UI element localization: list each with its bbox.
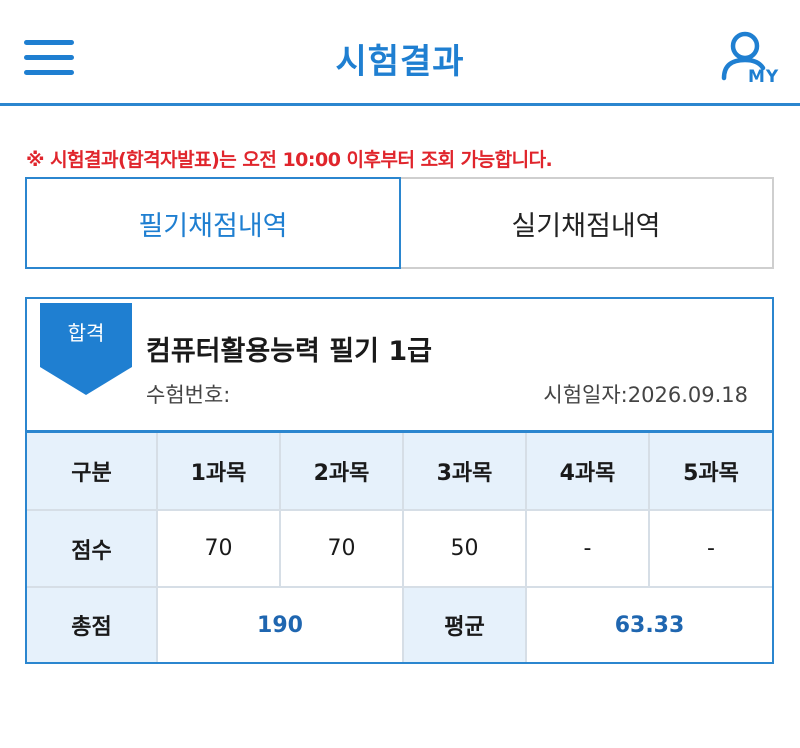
score-table: 구분 1과목 2과목 3과목 4과목 5과목 점수 70 70 50 - - 총… — [27, 433, 772, 662]
exam-date-value: 2026.09.18 — [627, 383, 748, 407]
result-time-notice: ※ 시험결과(합격자발표)는 오전 10:00 이후부터 조회 가능합니다. — [26, 145, 553, 172]
pass-badge: 합격 — [40, 303, 132, 395]
subject-score: - — [648, 509, 772, 588]
subject-header: 5과목 — [648, 433, 772, 511]
app-header: 시험결과 MY — [0, 0, 800, 106]
total-header: 총점 — [27, 586, 158, 662]
exam-date-label: 시험일자: — [543, 383, 628, 407]
score-tabs: 필기채점내역 실기채점내역 — [25, 177, 774, 269]
subject-header: 1과목 — [156, 433, 281, 511]
result-card: 합격 컴퓨터활용능력 필기 1급 수험번호: 시험일자:2026.09.18 구… — [25, 297, 774, 664]
page-title: 시험결과 — [335, 42, 465, 82]
subject-score: 70 — [156, 509, 281, 588]
total-score: 190 — [156, 586, 404, 662]
table-row: 구분 1과목 2과목 3과목 4과목 5과목 — [27, 433, 772, 511]
category-header: 구분 — [27, 433, 158, 511]
table-row: 총점 190 평균 63.33 — [27, 586, 772, 662]
score-header: 점수 — [27, 509, 158, 588]
subject-header: 4과목 — [525, 433, 650, 511]
subject-score: 50 — [402, 509, 527, 588]
pass-badge-label: 합격 — [67, 321, 105, 345]
subject-header: 3과목 — [402, 433, 527, 511]
tab-written-score[interactable]: 필기채점내역 — [25, 177, 401, 269]
notice-prefix: ※ 시험결과(합격자발표)는 오전 — [26, 149, 283, 171]
tab-practical-score[interactable]: 실기채점내역 — [400, 177, 774, 269]
my-page-button[interactable]: MY — [718, 30, 784, 88]
average-score: 63.33 — [525, 586, 772, 662]
average-header: 평균 — [402, 586, 527, 662]
exam-name: 컴퓨터활용능력 필기 1급 — [146, 336, 432, 367]
my-label: MY — [748, 67, 780, 87]
notice-suffix: 이후부터 조회 가능합니다. — [340, 149, 553, 171]
notice-time: 10:00 — [282, 149, 341, 171]
subject-score: - — [525, 509, 650, 588]
result-card-header: 합격 컴퓨터활용능력 필기 1급 수험번호: 시험일자:2026.09.18 — [27, 299, 772, 433]
subject-score: 70 — [279, 509, 404, 588]
table-row: 점수 70 70 50 - - — [27, 509, 772, 588]
exam-date: 시험일자:2026.09.18 — [543, 379, 748, 409]
subject-header: 2과목 — [279, 433, 404, 511]
exam-number: 수험번호: — [146, 383, 231, 407]
